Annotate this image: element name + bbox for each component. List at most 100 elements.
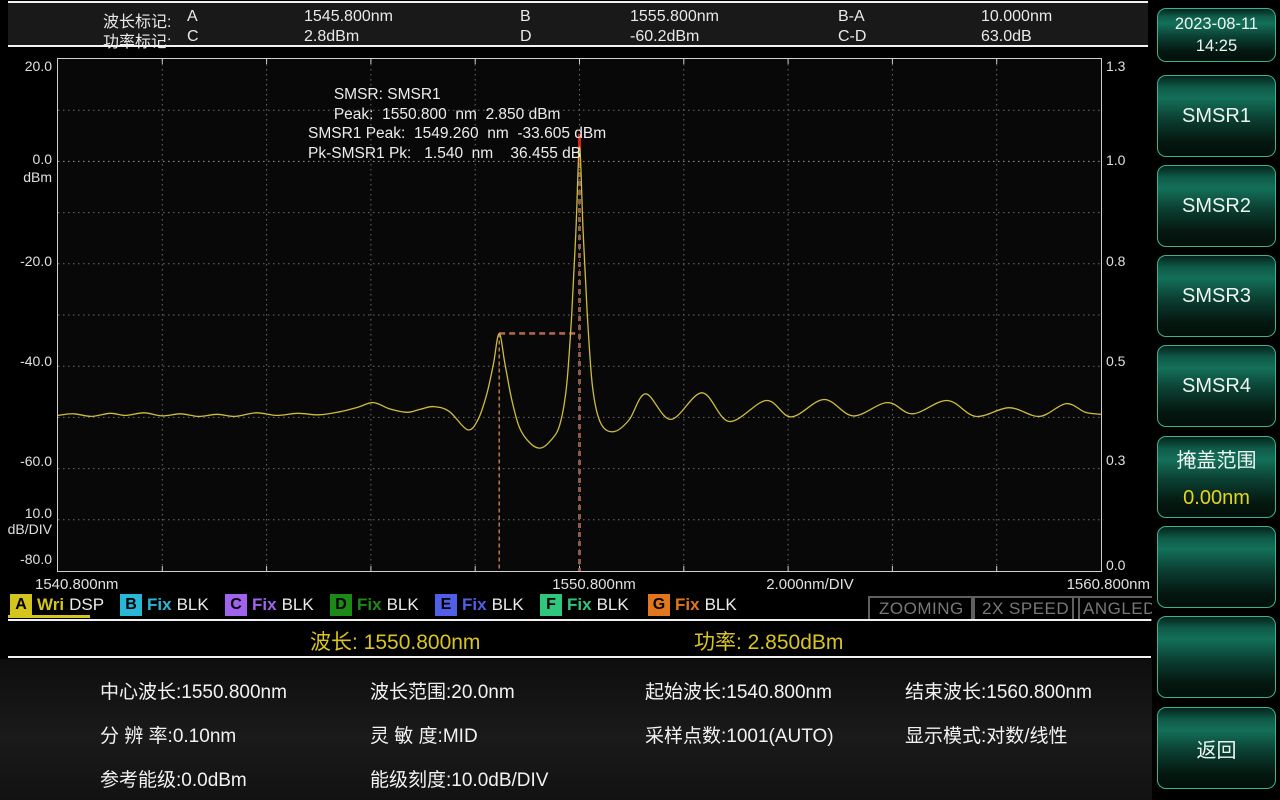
trace-mode-label: Fix (252, 595, 277, 615)
trace-mode-label: Fix (567, 595, 592, 615)
y-axis-left-label: 10.0 (25, 505, 52, 521)
marker-delta-id: C-D (838, 28, 866, 46)
trace-color-box: D (330, 594, 352, 616)
sidebar-button-back[interactable]: 返回 (1157, 707, 1276, 789)
trace-color-box: E (435, 594, 457, 616)
marker-id: C (187, 28, 199, 46)
y-axis-left-label: -20.0 (20, 253, 52, 269)
setting-item: 波长范围:20.0nm (370, 677, 515, 704)
divider (8, 619, 1151, 621)
marker-delta-value: 63.0dB (981, 28, 1032, 46)
sidebar-button-blank-2[interactable] (1157, 616, 1276, 698)
x-axis-label: 2.000nm/DIV (750, 576, 870, 593)
active-trace-underline (8, 615, 90, 618)
trace-color-box: F (540, 594, 562, 616)
setting-item: 显示模式:对数/线性 (905, 721, 1068, 748)
softkey-label: 掩盖范围 (1177, 444, 1257, 473)
y-axis-right-label: 1.3 (1106, 58, 1125, 74)
trace-state-label: BLK (705, 595, 737, 615)
divider (8, 45, 1148, 47)
trace-color-box: G (648, 594, 670, 616)
x-axis-label: 1550.800nm (534, 576, 654, 593)
marker-row-label: 功率标记: (103, 28, 171, 52)
marker-value: 2.8dBm (304, 28, 359, 46)
marker-id: A (187, 8, 198, 26)
marker-header: 波长标记:A1545.800nmB1555.800nmB-A10.000nm功率… (8, 3, 1148, 45)
setting-item: 灵 敏 度:MID (370, 721, 478, 748)
setting-item: 中心波长:1550.800nm (100, 677, 287, 704)
trace-mode-label: Fix (462, 595, 487, 615)
setting-item: 结束波长:1560.800nm (905, 677, 1092, 704)
setting-item: 能级刻度:10.0dB/DIV (370, 765, 548, 792)
trace-state-label: BLK (387, 595, 419, 615)
trace-mode-label: Fix (147, 595, 172, 615)
trace-mode-label: Wri (37, 595, 64, 615)
y-axis-left-label: -60.0 (20, 453, 52, 469)
settings-panel: 中心波长:1550.800nm 分 辨 率:0.10nm 参考能级:0.0dBm 波长… (0, 659, 1152, 800)
setting-item: 采样点数:1001(AUTO) (645, 721, 834, 748)
osa-screen: 波长标记:A1545.800nmB1555.800nmB-A10.000nm功率… (0, 0, 1280, 800)
trace-legend-item-c[interactable]: CFixBLK (225, 593, 314, 616)
softkey-label: SMSR1 (1182, 105, 1251, 128)
softkey-value: 0.00nm (1183, 487, 1250, 510)
sidebar-button-blank-1[interactable] (1157, 526, 1276, 608)
trace-state-label: BLK (597, 595, 629, 615)
sidebar-button-mask-range[interactable]: 掩盖范围 0.00nm (1157, 436, 1276, 518)
sidebar-button-smsr4[interactable]: SMSR4 (1157, 345, 1276, 427)
y-axis-left-label: dBm (23, 169, 52, 185)
badge-zooming: ZOOMING (868, 596, 975, 621)
y-axis-right-label: 1.0 (1106, 152, 1125, 168)
marker-id: B (520, 8, 531, 26)
sidebar-button-smsr2[interactable]: SMSR2 (1157, 165, 1276, 247)
trace-legend-item-d[interactable]: DFixBLK (330, 593, 419, 616)
marker-value: 1555.800nm (630, 8, 719, 26)
softkey-sidebar: 2023-08-1114:25 SMSR1 SMSR2 SMSR3 SMSR4 掩盖范围 0… (1152, 0, 1280, 800)
marker-delta-value: 10.000nm (981, 8, 1052, 26)
y-axis-left-label: 20.0 (25, 58, 52, 74)
y-axis-left-label: dB/DIV (8, 521, 52, 537)
wavelength-readout: 波长: 1550.800nm (310, 626, 480, 656)
x-axis-label: 1540.800nm (35, 576, 118, 593)
trace-state-label: BLK (492, 595, 524, 615)
trace-legend-item-f[interactable]: FFixBLK (540, 593, 629, 616)
datetime-line: 2023-08-11 (1175, 13, 1258, 35)
badge-2x-speed: 2X SPEED (971, 596, 1080, 621)
trace-state-label: BLK (282, 595, 314, 615)
softkey-label: SMSR4 (1182, 375, 1251, 398)
trace-color-box: A (10, 594, 32, 616)
marker-value: 1545.800nm (304, 8, 393, 26)
datetime-line: 14:25 (1196, 35, 1237, 57)
y-axis-right-label: 0.3 (1106, 452, 1125, 468)
y-axis-left-label: -80.0 (20, 551, 52, 567)
trace-legend-item-g[interactable]: GFixBLK (648, 593, 737, 616)
y-axis-left-label: -40.0 (20, 353, 52, 369)
sidebar-button-smsr1[interactable]: SMSR1 (1157, 75, 1276, 157)
marker-delta-id: B-A (838, 8, 865, 26)
marker-id: D (520, 28, 532, 46)
softkey-label: 返回 (1197, 734, 1237, 763)
sidebar-button-smsr3[interactable]: SMSR3 (1157, 255, 1276, 337)
setting-item: 分 辨 率:0.10nm (100, 721, 236, 748)
trace-state-label: DSP (69, 595, 104, 615)
trace-legend-item-a[interactable]: AWriDSP (10, 593, 104, 616)
y-axis-left-label: 0.0 (33, 151, 52, 167)
setting-item: 参考能级:0.0dBm (100, 765, 247, 792)
y-axis-right-label: 0.5 (1106, 353, 1125, 369)
spectrum-plot: SMSR: SMSR1 Peak: 1550.800 nm 2.850 dBm … (57, 58, 1102, 572)
trace-mode-label: Fix (675, 595, 700, 615)
sidebar-button-datetime[interactable]: 2023-08-1114:25 (1157, 8, 1276, 62)
smsr-annotation: SMSR: SMSR1 Peak: 1550.800 nm 2.850 dBm … (308, 85, 606, 163)
trace-state-label: BLK (177, 595, 209, 615)
trace-mode-label: Fix (357, 595, 382, 615)
x-axis-label: 1560.800nm (1067, 576, 1150, 593)
trace-legend-item-e[interactable]: EFixBLK (435, 593, 524, 616)
trace-legend-item-b[interactable]: BFixBLK (120, 593, 209, 616)
trace-color-box: B (120, 594, 142, 616)
softkey-label: SMSR3 (1182, 285, 1251, 308)
trace-color-box: C (225, 594, 247, 616)
marker-value: -60.2dBm (630, 28, 699, 46)
softkey-label: SMSR2 (1182, 195, 1251, 218)
y-axis-right-label: 0.8 (1106, 253, 1125, 269)
setting-item: 起始波长:1540.800nm (645, 677, 832, 704)
power-readout: 功率: 2.850dBm (694, 626, 843, 656)
